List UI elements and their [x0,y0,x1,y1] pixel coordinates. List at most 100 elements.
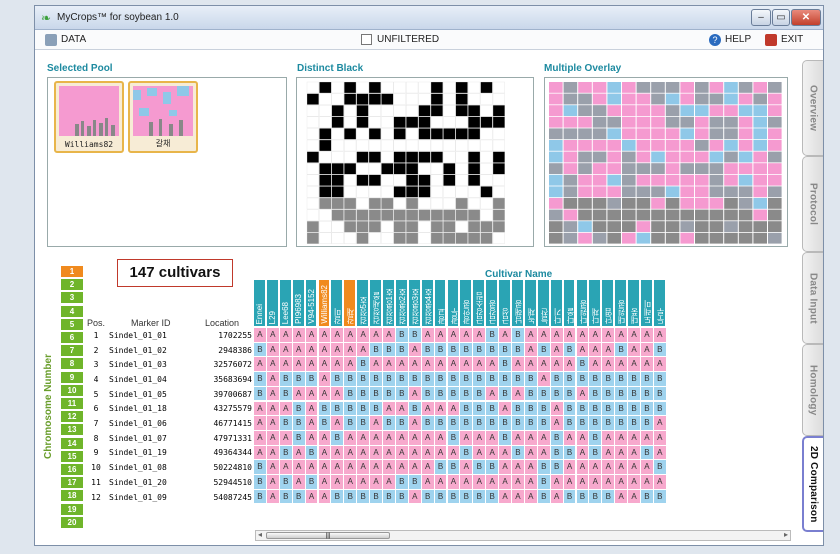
genotype-cell[interactable]: A [628,328,640,342]
genotype-cell[interactable]: A [434,430,447,445]
chromosome-9-button[interactable]: 9 [61,371,83,384]
genotype-cell[interactable]: B [383,372,395,386]
genotype-cell[interactable]: A [318,489,331,504]
genotype-cell[interactable]: A [383,328,395,342]
genotype-cell[interactable]: A [344,445,357,460]
genotype-cell[interactable]: B [524,401,537,416]
genotype-cell[interactable]: A [550,357,563,372]
genotype-cell[interactable]: A [524,430,537,445]
cultivar-header[interactable]: 늘찬 [537,280,550,326]
genotype-cell[interactable]: B [512,401,524,416]
genotype-cell[interactable]: B [550,372,563,386]
genotype-cell[interactable]: B [653,460,666,474]
table-row[interactable]: 3 Sindel_01_03 32576072 [87,357,255,372]
genotype-cell[interactable]: B [499,430,511,445]
table-row[interactable]: 4 Sindel_01_04 35683694 [87,372,255,387]
genotype-cell[interactable]: A [641,357,653,372]
chromosome-2-button[interactable]: 2 [61,279,83,292]
genotype-cell[interactable]: B [254,386,266,401]
genotype-cell[interactable]: A [279,460,292,474]
genotype-cell[interactable]: A [357,460,370,474]
minimize-button[interactable]: – [751,9,771,26]
genotype-cell[interactable]: A [434,401,447,416]
genotype-cell[interactable]: B [563,342,576,357]
genotype-cell[interactable]: A [305,416,318,430]
genotype-cell[interactable]: A [408,460,421,474]
chromosome-11-button[interactable]: 11 [61,398,83,410]
table-row[interactable]: 12 Sindel_01_09 54087245 [87,490,255,505]
genotype-cell[interactable]: B [447,416,460,430]
genotype-cell[interactable]: B [460,445,473,460]
genotype-cell[interactable]: B [512,342,524,357]
genotype-cell[interactable]: B [524,372,537,386]
genotype-cell[interactable]: B [524,386,537,401]
genotype-cell[interactable]: B [576,357,589,372]
chromosome-17-button[interactable]: 17 [61,477,83,490]
genotype-cell[interactable]: A [408,342,421,357]
genotype-cell[interactable]: B [305,445,318,460]
genotype-cell[interactable]: B [512,416,524,430]
genotype-cell[interactable]: A [641,460,653,474]
genotype-cell[interactable]: A [318,328,331,342]
genotype-cell[interactable]: B [641,401,653,416]
genotype-cell[interactable]: A [550,416,563,430]
genotype-cell[interactable]: A [331,475,344,489]
genotype-cell[interactable]: A [266,328,279,342]
genotype-cell[interactable]: A [331,357,344,372]
genotype-cell[interactable]: A [254,445,266,460]
genotype-cell[interactable]: A [447,445,460,460]
genotype-cell[interactable]: A [589,357,602,372]
genotype-cell[interactable]: A [512,357,524,372]
genotype-cell[interactable]: A [486,475,499,489]
genotype-cell[interactable]: A [537,445,550,460]
genotype-cell[interactable]: B [434,489,447,504]
tab-protocol[interactable]: Protocol [802,156,823,252]
genotype-cell[interactable]: A [447,475,460,489]
genotype-cell[interactable]: B [357,357,370,372]
genotype-cell[interactable]: A [641,475,653,489]
genotype-cell[interactable]: B [395,372,408,386]
genotype-cell[interactable]: A [602,328,615,342]
genotype-cell[interactable]: B [318,401,331,416]
cultivar-header[interactable]: 검정콩1호 [383,280,395,326]
genotype-cell[interactable]: A [305,342,318,357]
genotype-cell[interactable]: B [344,416,357,430]
genotype-cell[interactable]: A [628,460,640,474]
cultivar-header[interactable]: 다올 [563,280,576,326]
genotype-cell[interactable]: A [421,430,434,445]
genotype-cell[interactable]: A [563,460,576,474]
genotype-cell[interactable]: A [357,430,370,445]
genotype-cell[interactable]: B [447,372,460,386]
cultivar-header[interactable]: 다기 [550,280,563,326]
genotype-cell[interactable]: A [512,489,524,504]
genotype-cell[interactable]: A [292,342,305,357]
genotype-cell[interactable]: A [602,430,615,445]
genotype-cell[interactable]: B [318,416,331,430]
genotype-cell[interactable]: A [563,475,576,489]
tab-overview[interactable]: Overview [802,60,823,156]
cultivar-header[interactable]: Ennei [254,280,266,326]
genotype-cell[interactable]: B [499,386,511,401]
genotype-cell[interactable]: A [576,460,589,474]
genotype-cell[interactable]: B [279,445,292,460]
genotype-cell[interactable]: A [460,357,473,372]
genotype-cell[interactable]: A [641,342,653,357]
genotype-cell[interactable]: A [460,328,473,342]
genotype-cell[interactable]: A [615,445,628,460]
genotype-cell[interactable]: A [421,328,434,342]
scroll-right-icon[interactable]: ▸ [784,530,788,539]
tab-homology[interactable]: Homology [802,344,823,436]
genotype-cell[interactable]: A [266,357,279,372]
genotype-cell[interactable]: B [357,386,370,401]
genotype-cell[interactable]: B [563,489,576,504]
genotype-cell[interactable]: A [576,342,589,357]
genotype-cell[interactable]: A [524,489,537,504]
genotype-cell[interactable]: B [344,386,357,401]
genotype-cell[interactable]: B [499,357,511,372]
chromosome-10-button[interactable]: 10 [61,384,83,397]
genotype-cell[interactable]: A [318,475,331,489]
genotype-cell[interactable]: A [318,460,331,474]
genotype-cell[interactable]: A [537,328,550,342]
cultivar-header[interactable]: 금성 [499,280,511,326]
cultivar-header[interactable]: 다원콩 [576,280,589,326]
